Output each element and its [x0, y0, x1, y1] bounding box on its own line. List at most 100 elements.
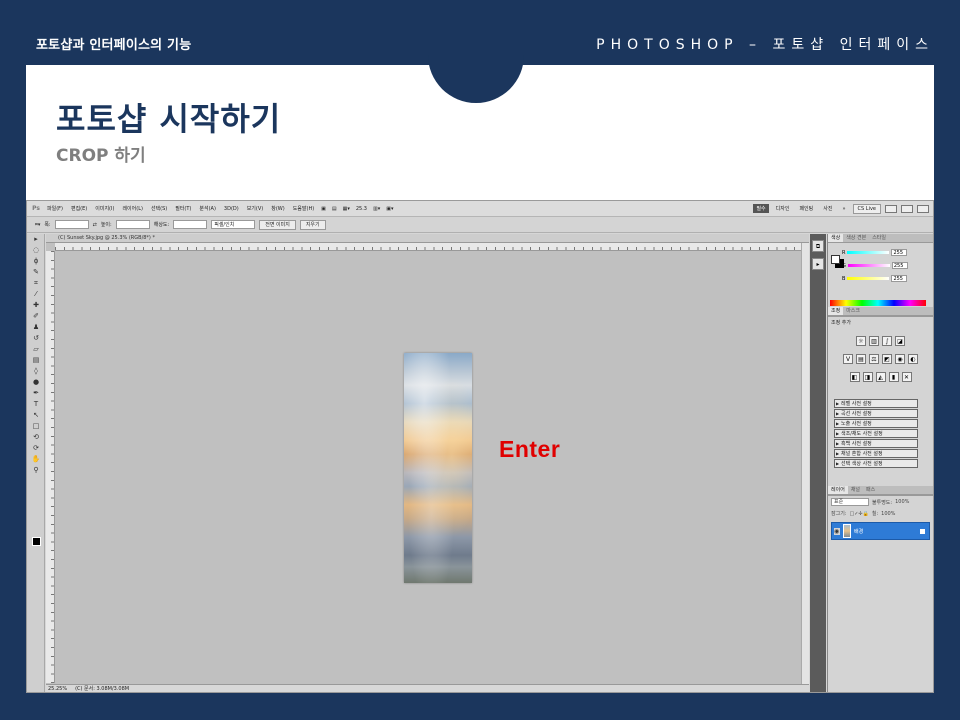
tab-adjustments[interactable]: 조정	[828, 307, 844, 315]
arrange-docs-icon[interactable]: ▥▾	[370, 206, 383, 212]
invert-icon[interactable]: ◧	[849, 372, 860, 382]
workspace-essentials[interactable]: 필수	[753, 204, 769, 213]
opacity-value[interactable]: 100%	[895, 499, 909, 505]
hue-sat-icon[interactable]: ▤	[856, 354, 866, 364]
cropped-sky-image[interactable]	[404, 353, 472, 583]
workspace-painting[interactable]: 페인팅	[796, 204, 816, 213]
menu-help[interactable]: 도움말(H)	[289, 205, 318, 212]
type-tool-icon[interactable]: T	[27, 399, 45, 410]
menu-analysis[interactable]: 분석(A)	[195, 205, 220, 212]
brightness-icon[interactable]: ☼	[856, 336, 866, 346]
preset-levels[interactable]: 레벨 사전 설정	[834, 399, 918, 408]
height-field[interactable]	[115, 220, 150, 229]
blend-mode-select[interactable]: 표준	[831, 498, 869, 506]
marquee-tool-icon[interactable]: ◌	[27, 245, 45, 256]
tab-paths[interactable]: 패스	[863, 486, 878, 494]
preset-curves[interactable]: 곡선 사전 설정	[834, 409, 918, 418]
front-image-button[interactable]: 전면 이미지	[259, 219, 296, 230]
tab-swatches[interactable]: 색상 견본	[843, 234, 869, 242]
selective-color-icon[interactable]: ✕	[901, 372, 912, 382]
resolution-unit-select[interactable]: 픽셀/인치	[211, 220, 256, 229]
horizontal-ruler[interactable]	[55, 243, 809, 251]
history-brush-icon[interactable]: ↺	[27, 333, 45, 344]
menu-layer[interactable]: 레이어(L)	[118, 205, 147, 212]
3d-orbit-tool-icon[interactable]: ⟳	[27, 443, 45, 454]
menu-window[interactable]: 창(W)	[267, 205, 288, 212]
channel-b-slider[interactable]	[847, 277, 890, 280]
tab-layers[interactable]: 레이어	[828, 486, 848, 494]
menu-edit[interactable]: 편집(E)	[67, 205, 91, 212]
vertical-ruler[interactable]	[46, 251, 55, 683]
crop-tool-preset-icon[interactable]: ⌗▾	[35, 222, 40, 228]
swap-icon[interactable]: ⇄	[93, 222, 97, 228]
posterize-icon[interactable]: ◨	[862, 372, 873, 382]
history-panel-icon[interactable]: ⧉	[812, 240, 824, 252]
status-zoom[interactable]: 25.25%	[48, 685, 67, 692]
preset-hue-saturation[interactable]: 색조/채도 사전 설정	[834, 429, 918, 438]
tab-color[interactable]: 색상	[828, 234, 844, 242]
channel-g-value[interactable]: 255	[891, 262, 908, 269]
healing-tool-icon[interactable]: ✚	[27, 300, 45, 311]
close-button[interactable]	[917, 204, 929, 213]
menu-select[interactable]: 선택(S)	[147, 205, 171, 212]
lock-icons[interactable]: □✓✢🔒	[850, 511, 869, 517]
foreground-color-swatch[interactable]	[32, 537, 41, 546]
menu-file[interactable]: 파일(F)	[43, 205, 67, 212]
channel-r-value[interactable]: 255	[891, 249, 908, 256]
channel-b-value[interactable]: 255	[891, 275, 908, 282]
brush-tool-icon[interactable]: ✐	[27, 311, 45, 322]
resolution-field[interactable]	[173, 220, 208, 229]
clear-button[interactable]: 지우기	[299, 219, 326, 230]
menu-filter[interactable]: 필터(T)	[171, 205, 195, 212]
tab-styles[interactable]: 스타일	[869, 234, 889, 242]
threshold-icon[interactable]: ◭	[875, 372, 886, 382]
shape-tool-icon[interactable]: □	[27, 421, 45, 432]
menu-view[interactable]: 보기(V)	[243, 205, 268, 212]
channel-r-slider[interactable]	[847, 251, 890, 254]
minimize-button[interactable]	[885, 204, 897, 213]
zoom-level-field[interactable]: 25.3	[353, 206, 370, 212]
tab-masks[interactable]: 마스크	[843, 307, 863, 315]
preset-selective-color[interactable]: 선택 색상 사전 설정	[834, 459, 918, 468]
restore-button[interactable]	[901, 204, 913, 213]
menu-image[interactable]: 이미지(I)	[91, 205, 118, 212]
hand-tool-icon[interactable]: ✋	[27, 454, 45, 465]
exposure-icon[interactable]: ◪	[895, 336, 905, 346]
dodge-tool-icon[interactable]: ●	[27, 377, 45, 388]
lasso-tool-icon[interactable]: ϕ	[27, 256, 45, 267]
layer-row-background[interactable]: ◉ 배경	[831, 522, 930, 540]
more-workspaces-icon[interactable]: »	[839, 205, 848, 213]
color-balance-icon[interactable]: ⚖	[869, 354, 879, 364]
quick-select-tool-icon[interactable]: ✎	[27, 267, 45, 278]
zoom-tool-icon[interactable]: ⚲	[27, 465, 45, 476]
screen-mode-icon[interactable]: ▣▾	[383, 206, 396, 212]
path-select-tool-icon[interactable]: ↖	[27, 410, 45, 421]
workspace-photography[interactable]: 사진	[820, 204, 835, 213]
vertical-scrollbar[interactable]	[801, 243, 809, 684]
eraser-tool-icon[interactable]: ▱	[27, 344, 45, 355]
photo-filter-icon[interactable]: ◉	[895, 354, 905, 364]
channel-g-slider[interactable]	[847, 264, 890, 267]
minibridge-icon[interactable]: ▤	[329, 206, 340, 212]
width-field[interactable]	[54, 220, 89, 229]
preset-channel-mixer[interactable]: 채널 혼합 사전 설정	[834, 449, 918, 458]
menu-3d[interactable]: 3D(D)	[220, 206, 243, 212]
gradient-map-icon[interactable]: ▮	[888, 372, 899, 382]
pen-tool-icon[interactable]: ✒	[27, 388, 45, 399]
workspace-design[interactable]: 디자인	[773, 204, 793, 213]
cs-live-button[interactable]: CS Live	[852, 203, 881, 214]
curves-icon[interactable]: ∫	[882, 336, 892, 346]
color-spectrum[interactable]	[830, 300, 926, 306]
vibrance-icon[interactable]: V	[843, 354, 853, 364]
fill-value[interactable]: 100%	[881, 511, 895, 517]
blur-tool-icon[interactable]: ◊	[27, 366, 45, 377]
actions-panel-icon[interactable]: ▸	[812, 258, 824, 270]
gradient-tool-icon[interactable]: ▤	[27, 355, 45, 366]
black-white-icon[interactable]: ◩	[882, 354, 892, 364]
bridge-icon[interactable]: ▣	[318, 206, 329, 212]
preset-exposure[interactable]: 노출 사전 설정	[834, 419, 918, 428]
move-tool-icon[interactable]: ▸	[27, 234, 45, 245]
preset-black-white[interactable]: 흑백 사전 설정	[834, 439, 918, 448]
tab-channels[interactable]: 채널	[848, 486, 863, 494]
crop-tool-icon[interactable]: ⌗	[27, 278, 45, 289]
